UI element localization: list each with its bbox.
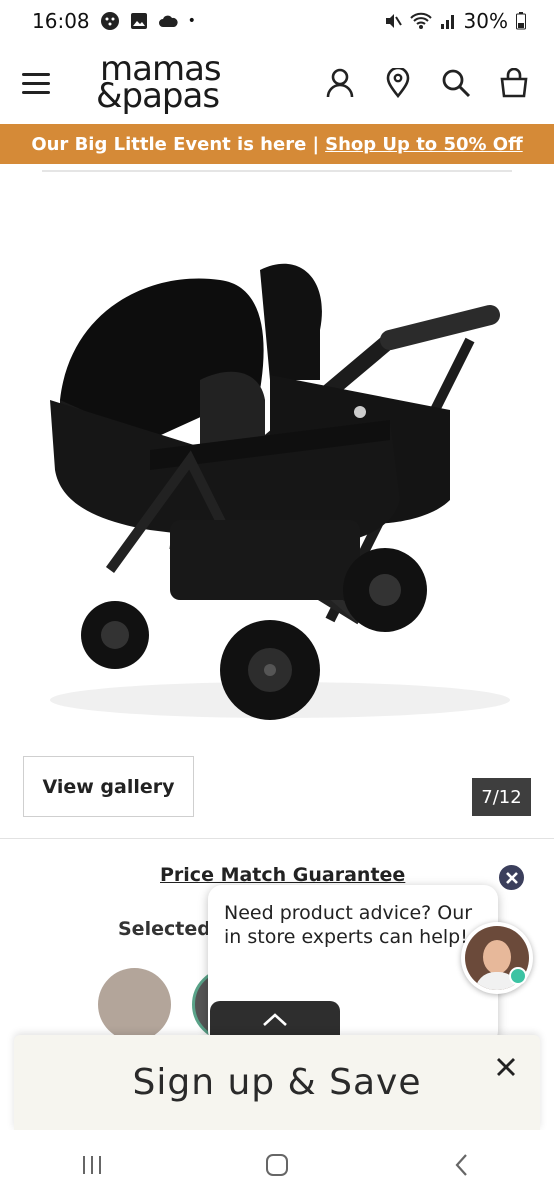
view-gallery-button[interactable]: View gallery [23, 756, 194, 817]
colour-swatch-taupe[interactable] [98, 968, 171, 1041]
collapse-tab-button[interactable] [210, 1001, 340, 1039]
recent-apps-icon [83, 1156, 102, 1174]
search-icon[interactable] [438, 65, 474, 101]
chevron-up-icon [263, 1013, 287, 1026]
battery-icon [516, 12, 526, 30]
back-icon [455, 1154, 467, 1176]
status-dot: • [187, 13, 196, 29]
basket-icon[interactable] [496, 65, 532, 101]
menu-line [22, 72, 50, 76]
android-navigation-bar [0, 1130, 554, 1200]
home-icon [265, 1154, 288, 1176]
selected-colour-label: Selected [118, 918, 211, 940]
signup-text: Sign up & Save [132, 1062, 422, 1103]
close-icon [505, 871, 518, 884]
chat-close-button[interactable] [497, 863, 526, 892]
promo-text: Our Big Little Event is here | [31, 133, 320, 155]
logo-line-2: &papas [96, 76, 220, 116]
cloud-icon [158, 14, 178, 28]
menu-line [22, 90, 50, 94]
divider [42, 170, 512, 172]
notification-icon [100, 11, 120, 31]
signal-icon [440, 12, 456, 30]
mute-icon [384, 12, 402, 30]
status-bar: 16:08 • 30% [0, 0, 554, 42]
close-icon [497, 1058, 515, 1076]
account-icon[interactable] [322, 65, 358, 101]
avatar-face [483, 940, 511, 974]
chat-message: Need product advice? Our in store expert… [224, 902, 473, 948]
online-status-dot [509, 967, 527, 985]
store-locator-icon[interactable] [380, 65, 416, 101]
promo-link[interactable]: Shop Up to 50% Off [325, 134, 523, 155]
site-header: mamas &papas [0, 42, 554, 124]
promo-banner: Our Big Little Event is here | Shop Up t… [0, 124, 554, 164]
status-time: 16:08 [32, 9, 90, 33]
wifi-icon [409, 12, 432, 30]
hamburger-menu-button[interactable] [22, 63, 62, 103]
signup-banner[interactable]: Sign up & Save [14, 1035, 540, 1130]
gallery-icon [130, 12, 148, 30]
battery-percent: 30% [463, 9, 508, 33]
signup-close-button[interactable] [492, 1053, 520, 1081]
price-match-link[interactable]: Price Match Guarantee [160, 864, 405, 886]
mamas-papas-logo[interactable]: mamas &papas [96, 53, 222, 113]
menu-line [22, 81, 50, 85]
home-button[interactable] [247, 1140, 307, 1190]
back-button[interactable] [432, 1140, 492, 1190]
recent-apps-button[interactable] [62, 1140, 122, 1190]
image-counter: 7/12 [472, 778, 531, 816]
divider [0, 838, 554, 839]
product-image[interactable] [30, 200, 530, 740]
